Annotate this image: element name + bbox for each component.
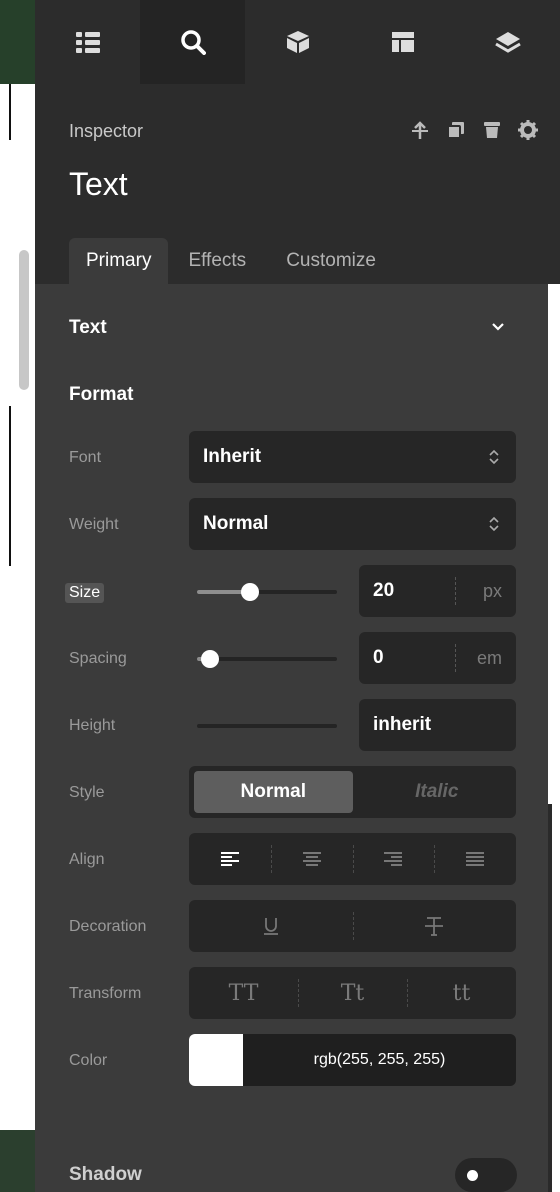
font-select[interactable]: Inherit: [189, 431, 516, 483]
font-value: Inherit: [203, 446, 262, 467]
updown-chevron-icon: [489, 449, 499, 465]
transform-label: Transform: [69, 985, 142, 1002]
right-scroll-edge: [548, 284, 560, 1192]
spacing-value: 0: [373, 647, 384, 668]
underline-button[interactable]: [189, 900, 353, 952]
color-value[interactable]: rgb(255, 255, 255): [243, 1034, 516, 1086]
align-justify-button[interactable]: [434, 833, 516, 885]
section-shadow-title: Shadow: [69, 1164, 142, 1185]
toggle-knob: [467, 1170, 478, 1181]
nav-tab-layout[interactable]: [350, 0, 455, 84]
font-label: Font: [69, 449, 102, 466]
style-italic-button[interactable]: Italic: [358, 766, 517, 818]
spacing-input[interactable]: 0 em: [359, 632, 516, 684]
section-text-title[interactable]: Text: [69, 317, 107, 339]
delete-icon[interactable]: [482, 120, 502, 140]
align-left-button[interactable]: [189, 833, 271, 885]
gutter-divider: [9, 406, 11, 566]
settings-icon[interactable]: [518, 120, 538, 140]
decoration-group: [189, 900, 516, 952]
spacing-slider[interactable]: [197, 650, 337, 668]
align-group: [189, 833, 516, 885]
align-right-icon: [384, 852, 403, 866]
weight-value: Normal: [203, 513, 269, 534]
style-toggle: Normal Italic: [189, 766, 516, 818]
weight-select[interactable]: Normal: [189, 498, 516, 550]
inspector-tabs: Primary Effects Customize: [69, 238, 396, 284]
height-input[interactable]: inherit: [359, 699, 516, 751]
shadow-toggle[interactable]: [455, 1158, 517, 1192]
size-input[interactable]: 20 px: [359, 565, 516, 617]
divider: [455, 644, 457, 672]
strikethrough-button[interactable]: [352, 900, 517, 952]
height-value: inherit: [373, 714, 432, 735]
decoration-label: Decoration: [69, 918, 147, 935]
align-center-button[interactable]: [270, 833, 353, 885]
color-label: Color: [69, 1052, 108, 1069]
strikethrough-icon: [425, 917, 444, 936]
align-justify-icon: [466, 852, 485, 866]
move-up-icon[interactable]: [410, 120, 430, 140]
cube-icon: [286, 31, 309, 53]
section-format-title: Format: [69, 384, 134, 405]
divider: [455, 577, 457, 605]
size-label: Size: [65, 583, 105, 603]
align-left-icon: [220, 852, 239, 866]
gutter-scrollbar[interactable]: [19, 250, 29, 390]
underline-icon: [263, 918, 278, 935]
tab-primary[interactable]: Primary: [69, 238, 169, 284]
style-normal-button[interactable]: Normal: [194, 771, 353, 813]
updown-chevron-icon: [489, 516, 499, 532]
element-title: Text: [69, 166, 128, 202]
height-label: Height: [69, 717, 116, 734]
inspector-panel: Inspector Text Primary Effects Customize…: [35, 0, 560, 1192]
duplicate-icon[interactable]: [446, 120, 466, 140]
chevron-down-icon[interactable]: [491, 322, 505, 332]
header-actions: [410, 120, 538, 140]
search-icon: [180, 30, 206, 55]
left-gutter: [0, 0, 35, 1192]
style-label: Style: [69, 784, 105, 801]
transform-group: TT Tt tt: [189, 967, 516, 1019]
layout-icon: [391, 32, 414, 52]
size-value: 20: [373, 580, 395, 601]
layers-icon: [494, 32, 521, 53]
nav-tab-list[interactable]: [35, 0, 140, 84]
size-slider[interactable]: [197, 583, 337, 601]
align-center-icon: [302, 852, 321, 866]
align-label: Align: [69, 851, 105, 868]
nav-tab-elements[interactable]: [245, 0, 350, 84]
spacing-label: Spacing: [69, 650, 127, 667]
color-picker[interactable]: rgb(255, 255, 255): [189, 1034, 516, 1086]
tab-customize[interactable]: Customize: [266, 238, 396, 284]
spacing-slider-handle[interactable]: [201, 650, 219, 668]
nav-tab-layers[interactable]: [455, 0, 560, 84]
gutter-footer-strip: [0, 1130, 35, 1192]
list-icon: [75, 32, 100, 53]
size-slider-handle[interactable]: [241, 583, 259, 601]
spacing-unit[interactable]: em: [477, 632, 502, 684]
align-right-button[interactable]: [352, 833, 435, 885]
inspector-header: Inspector Text Primary Effects Customize: [35, 84, 560, 284]
gutter-divider: [9, 84, 11, 140]
weight-label: Weight: [69, 516, 119, 533]
transform-capitalize-button[interactable]: Tt: [298, 967, 407, 1019]
height-slider[interactable]: [197, 724, 337, 728]
right-scrollbar[interactable]: [548, 804, 552, 1192]
color-swatch[interactable]: [189, 1034, 243, 1086]
transform-lowercase-button[interactable]: tt: [407, 967, 516, 1019]
tab-effects[interactable]: Effects: [168, 238, 266, 284]
inspector-label: Inspector: [69, 121, 144, 141]
gutter-header-strip: [0, 0, 35, 84]
top-nav: [35, 0, 560, 84]
nav-tab-search[interactable]: [140, 0, 245, 84]
size-unit[interactable]: px: [483, 565, 502, 617]
transform-uppercase-button[interactable]: TT: [189, 967, 298, 1019]
